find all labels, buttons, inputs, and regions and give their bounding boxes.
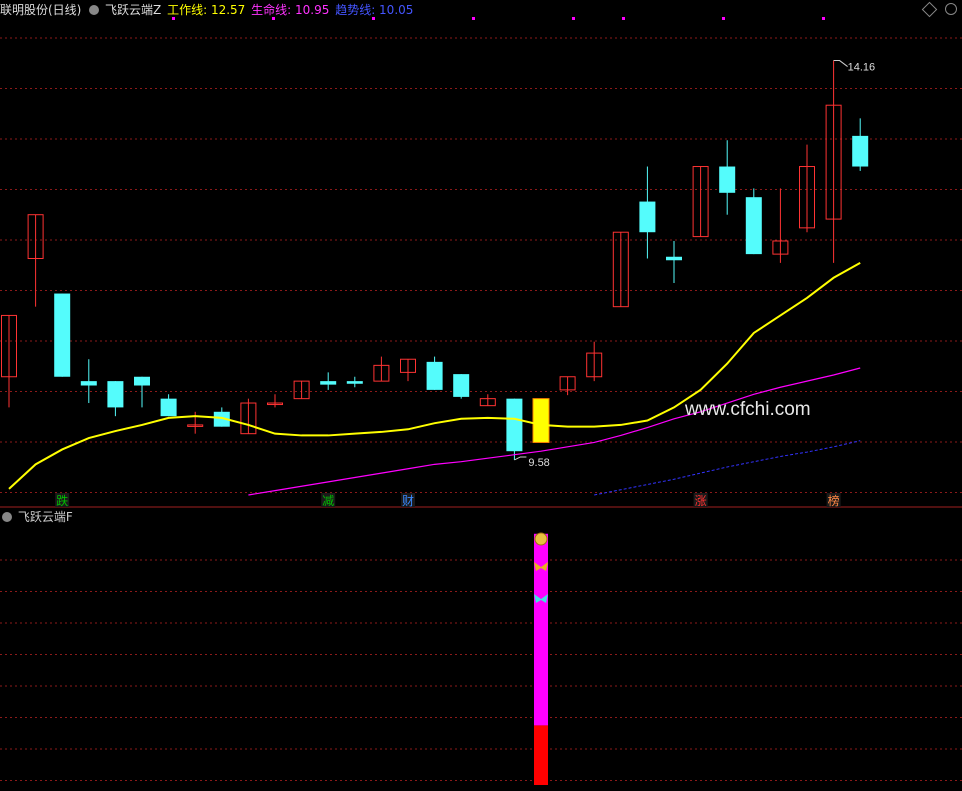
circle-button-icon[interactable] [945, 3, 957, 15]
sub-indicator-name[interactable]: 飞跃云端F [18, 510, 73, 524]
candle-body [453, 374, 470, 397]
life-line [248, 367, 861, 496]
candle-body [320, 381, 337, 385]
life-line-label: 生命线: 10.95 [251, 3, 330, 17]
candle-body [506, 398, 523, 452]
sub-dropdown-icon[interactable] [2, 512, 12, 522]
signal-marker: 跌 [56, 493, 68, 508]
candle-body [639, 201, 656, 233]
work-line-label: 工作线: 12.57 [167, 3, 246, 17]
min-pointer [514, 456, 527, 461]
signal-bar-magenta [534, 533, 548, 726]
candle-body [107, 381, 124, 408]
candle-body [80, 381, 97, 386]
signal-marker: 榜 [828, 493, 840, 508]
max-price-label: 14.16 [848, 62, 876, 74]
min-price-label: 9.58 [528, 457, 549, 469]
candle-body [346, 381, 363, 384]
money-bag-icon [534, 532, 548, 546]
candle-body [160, 398, 177, 417]
signal-marker: 涨 [695, 493, 707, 508]
stock-title: 联明股份(日线) [0, 3, 82, 17]
indicator-dropdown-icon[interactable] [89, 5, 100, 15]
signal-marker: 减 [322, 494, 334, 508]
trend-line [594, 440, 861, 496]
candle-body [719, 166, 736, 193]
candle-body [532, 398, 550, 443]
trend-line-label: 趋势线: 10.05 [335, 3, 414, 17]
max-pointer [833, 60, 848, 67]
watermark: www.cfchi.com [684, 399, 811, 420]
candle-body [745, 197, 762, 255]
chart-canvas: 14.16 9.58 跌 减 财 涨 榜 www.cfchi.com [0, 17, 962, 785]
candle-body [134, 376, 150, 386]
indicator-name[interactable]: 飞跃云端Z [105, 3, 161, 17]
candle-body [666, 256, 682, 261]
candle-body [852, 135, 869, 167]
signal-marker: 财 [402, 494, 414, 508]
sub-header: 飞跃云端F [0, 508, 73, 526]
signal-bar-red [534, 725, 548, 785]
main-header: 联明股份(日线) 飞跃云端Z 工作线: 12.57 生命线: 10.95 趋势线… [0, 0, 962, 20]
candle-body [54, 293, 71, 377]
candle-body [426, 361, 443, 390]
